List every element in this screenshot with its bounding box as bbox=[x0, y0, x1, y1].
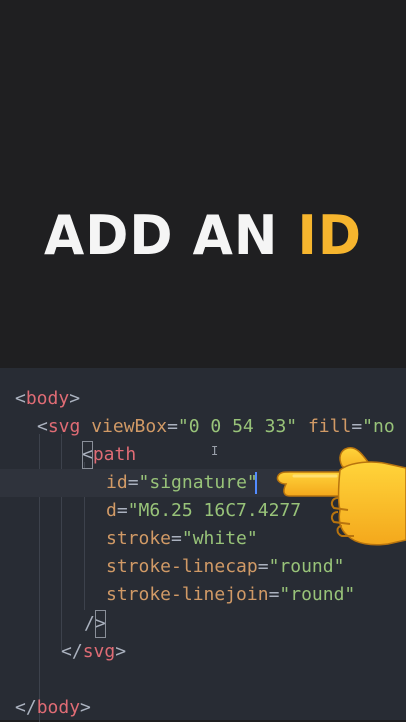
pointing-hand-icon bbox=[276, 446, 406, 546]
code-line-9: /> bbox=[84, 610, 406, 638]
headline-accent: ID bbox=[297, 204, 363, 268]
indent-guide bbox=[61, 434, 62, 650]
code-line-12: </body> bbox=[15, 697, 91, 718]
code-line-10: </svg> bbox=[61, 641, 127, 662]
code-line-7: stroke-linecap="round" bbox=[106, 556, 345, 577]
code-line-1: <body> bbox=[15, 388, 81, 409]
headline: ADD AN ID bbox=[0, 201, 406, 270]
text-ibeam-icon: I bbox=[211, 444, 219, 458]
title-area: ADD AN ID bbox=[0, 0, 406, 368]
code-line-8: stroke-linejoin="round" bbox=[106, 584, 356, 605]
headline-text: ADD AN bbox=[43, 204, 298, 268]
text-cursor bbox=[255, 472, 257, 494]
